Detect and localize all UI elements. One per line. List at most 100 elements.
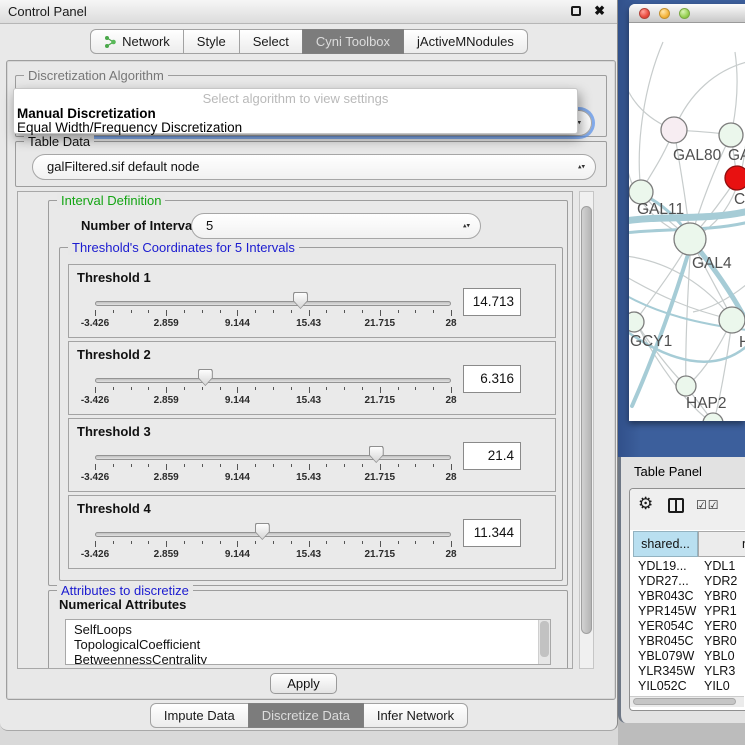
threshold-value-field[interactable]: 6.316 (463, 365, 521, 393)
network-node[interactable] (629, 312, 644, 332)
attributes-group: Attributes to discretize Numerical Attri… (48, 590, 568, 669)
network-node[interactable] (725, 166, 745, 190)
slider-thumb[interactable] (293, 292, 308, 309)
slider-thumb[interactable] (369, 446, 384, 463)
network-node[interactable] (719, 123, 743, 147)
cell-name: YIL0 (704, 679, 730, 694)
column-header-shared-name[interactable]: shared... (633, 531, 698, 557)
node-label-hap2: HAP2 (686, 395, 727, 412)
network-node[interactable] (676, 376, 696, 396)
tick-mark (433, 464, 434, 467)
select-columns-icon[interactable]: ☑☑ (696, 498, 720, 512)
table-row[interactable]: YLR345WYLR3 (630, 664, 745, 679)
slider-track[interactable] (95, 532, 451, 537)
table-row[interactable]: YDL19...YDL1 (630, 559, 745, 574)
table-hscrollbar-thumb[interactable] (633, 698, 736, 705)
tick-mark (380, 387, 381, 393)
slider-track[interactable] (95, 455, 451, 460)
cell-shared-name: YIL052C (638, 679, 687, 694)
network-canvas[interactable]: GAL80GACGAL11GAL4GCY1HHAP2 (629, 24, 745, 421)
network-icon (104, 35, 117, 49)
tab-impute-data[interactable]: Impute Data (150, 703, 249, 728)
table-row[interactable]: YIL052C YIL0 (630, 679, 745, 694)
tab-cyni-toolbox[interactable]: Cyni Toolbox (302, 29, 404, 54)
tick-label: 15.43 (296, 395, 321, 406)
tick-mark (220, 387, 221, 390)
number-of-intervals-select[interactable]: 5 ▴▾ (191, 213, 481, 239)
apply-button[interactable]: Apply (270, 673, 337, 694)
float-window-icon[interactable] (571, 6, 581, 16)
table-data-select[interactable]: galFiltered.sif default node ▴▾ (32, 154, 596, 180)
cell-name: YBL0 (704, 649, 735, 664)
tab-jactivemnodules[interactable]: jActiveMNodules (403, 29, 528, 54)
node-label-gal4: GAL4 (692, 255, 732, 272)
number-of-intervals-value: 5 (206, 214, 213, 238)
close-icon[interactable]: ✖ (594, 3, 605, 19)
main-scrollbar[interactable] (579, 191, 594, 669)
attribute-item-selfloops[interactable]: SelfLoops (74, 622, 132, 637)
bottom-tab-bar: Impute DataDiscretize DataInfer Network (0, 703, 618, 729)
zoom-traffic-light[interactable] (679, 8, 690, 19)
tick-mark (398, 541, 399, 544)
tab-select[interactable]: Select (239, 29, 303, 54)
column-header-name[interactable]: n (698, 531, 745, 557)
network-node[interactable] (674, 223, 706, 255)
minimize-traffic-light[interactable] (659, 8, 670, 19)
attributes-scrollbar-thumb[interactable] (540, 621, 549, 657)
cell-name: YLR3 (704, 664, 735, 679)
algorithm-option-manual[interactable]: Manual Discretization (17, 106, 156, 121)
tab-network[interactable]: Network (90, 29, 184, 54)
table-toolbar: ⚙ ☑☑ (630, 489, 745, 530)
cell-shared-name: YPR145W (638, 604, 696, 619)
tick-mark (415, 387, 416, 390)
tick-mark (344, 310, 345, 313)
threshold-label: Threshold 4 (77, 501, 151, 516)
algorithm-hint: Select algorithm to view settings (14, 91, 577, 106)
combo-arrows-icon: ▴▾ (463, 224, 470, 229)
numerical-attributes-list[interactable]: SelfLoopsTopologicalCoefficientBetweenne… (65, 619, 551, 665)
tab-discretize-data[interactable]: Discretize Data (248, 703, 364, 728)
table-row[interactable]: YER054CYER0 (630, 619, 745, 634)
cell-shared-name: YER054C (638, 619, 694, 634)
table-row[interactable]: YDR27...YDR2 (630, 574, 745, 589)
attribute-item-betweennesscentrality[interactable]: BetweennessCentrality (74, 652, 207, 665)
tick-mark (166, 541, 167, 547)
tick-label: 2.859 (154, 549, 179, 560)
top-tab-bar: Network Style SelectCyni ToolboxjActiveMNo… (0, 29, 618, 55)
attribute-item-topologicalcoefficient[interactable]: TopologicalCoefficient (74, 637, 200, 652)
table-row[interactable]: YPR145W YPR1 (630, 604, 745, 619)
table-row[interactable]: YBR045CYBR0 (630, 634, 745, 649)
threshold-value-field[interactable]: 21.4 (463, 442, 521, 470)
algorithm-option-equal-width[interactable]: Equal Width/Frequency Discretization (17, 120, 242, 135)
tick-mark (237, 387, 238, 393)
tick-mark (415, 310, 416, 313)
close-traffic-light[interactable] (639, 8, 650, 19)
tick-mark (184, 464, 185, 467)
threshold-value-field[interactable]: 11.344 (463, 519, 521, 547)
slider-track[interactable] (95, 301, 451, 306)
tick-mark (273, 541, 274, 544)
network-node[interactable] (661, 117, 687, 143)
split-columns-icon[interactable] (668, 498, 684, 513)
network-node[interactable] (703, 413, 723, 421)
slider-track[interactable] (95, 378, 451, 383)
threshold-panel-3: Threshold 3-3.4262.8599.14415.4321.71528… (68, 418, 556, 492)
attributes-scrollbar[interactable] (538, 620, 550, 664)
tick-label: 15.43 (296, 472, 321, 483)
tab-style[interactable]: Style (183, 29, 240, 54)
slider-thumb[interactable] (255, 523, 270, 540)
gear-icon[interactable]: ⚙ (638, 494, 653, 514)
table-row[interactable]: YBL079WYBL0 (630, 649, 745, 664)
tick-label: -3.426 (81, 318, 109, 329)
threshold-value-field[interactable]: 14.713 (463, 288, 521, 316)
main-scrollbar-thumb[interactable] (581, 206, 592, 634)
table-hscrollbar[interactable] (630, 696, 744, 707)
slider-thumb[interactable] (198, 369, 213, 386)
tab-infer-network[interactable]: Infer Network (363, 703, 468, 728)
network-node[interactable] (719, 307, 745, 333)
tick-label: 21.715 (365, 318, 396, 329)
tab-label: Style (197, 34, 226, 49)
tick-mark (184, 310, 185, 313)
table-row[interactable]: YBR043CYBR0 (630, 589, 745, 604)
cell-name: YPR1 (704, 604, 737, 619)
